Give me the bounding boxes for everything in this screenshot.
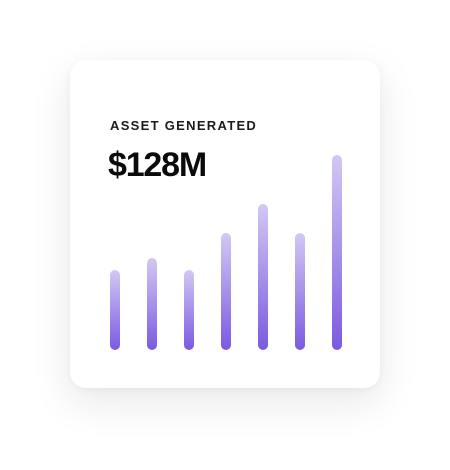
- bar-4: [221, 233, 231, 350]
- bar-1: [110, 270, 120, 350]
- asset-card: ASSET GENERATED $128M: [70, 60, 380, 388]
- bar-6: [295, 233, 305, 350]
- bar-2: [147, 258, 157, 350]
- canvas: ASSET GENERATED $128M: [0, 0, 450, 470]
- bar-3: [184, 270, 194, 350]
- bar-7: [332, 155, 342, 350]
- bars-group: [110, 155, 342, 350]
- bar-5: [258, 204, 268, 350]
- bar-chart: [110, 155, 342, 350]
